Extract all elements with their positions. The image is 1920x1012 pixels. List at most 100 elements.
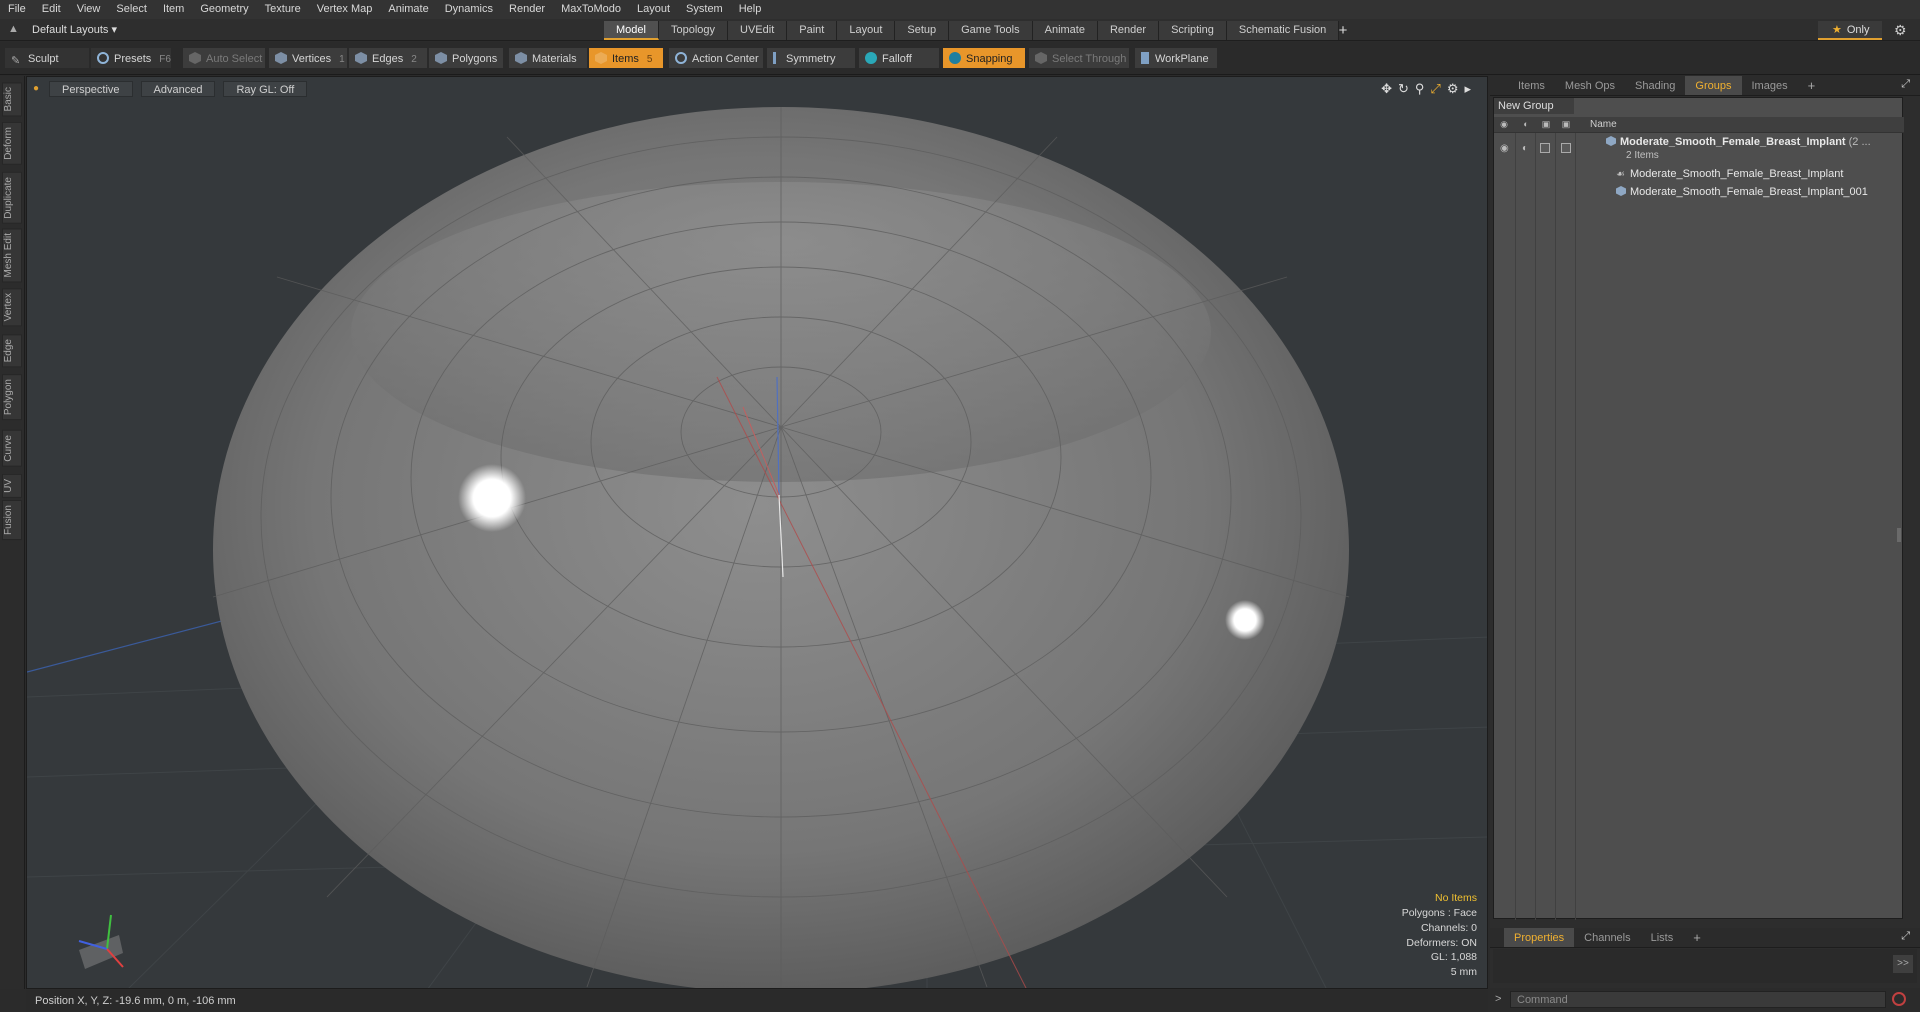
menu-help[interactable]: Help xyxy=(731,0,770,19)
workplane-button[interactable]: WorkPlane xyxy=(1134,47,1218,69)
tab-fusion[interactable]: Fusion xyxy=(2,500,22,541)
tree-item-row[interactable]: Moderate_Smooth_Female_Breast_Implant_00… xyxy=(1494,185,1904,201)
add-panel-tab-icon[interactable]: + xyxy=(1798,76,1826,95)
menu-dynamics[interactable]: Dynamics xyxy=(437,0,501,19)
command-row: > xyxy=(1490,988,1920,1012)
tab-schematic-fusion[interactable]: Schematic Fusion xyxy=(1226,21,1340,40)
tab-properties[interactable]: Properties xyxy=(1504,928,1575,947)
tab-groups[interactable]: Groups xyxy=(1685,76,1742,95)
tab-lists[interactable]: Lists xyxy=(1641,928,1684,947)
select-checkbox[interactable] xyxy=(1561,143,1571,153)
select-through-button[interactable]: Select Through xyxy=(1028,47,1130,69)
tab-mesh-ops[interactable]: Mesh Ops xyxy=(1555,76,1625,95)
left-tool-tabs: Basic Deform Duplicate Mesh Edit Vertex … xyxy=(0,76,25,989)
snapping-button[interactable]: Snapping xyxy=(942,47,1026,69)
viewport-settings-icon[interactable]: ⚙ xyxy=(1447,81,1459,97)
gear-icon[interactable]: ⚙ xyxy=(1894,22,1907,39)
items-button[interactable]: Items 5 xyxy=(588,47,664,69)
menu-layout[interactable]: Layout xyxy=(629,0,678,19)
tab-vertex[interactable]: Vertex xyxy=(2,288,22,327)
group-suffix: (2 ... xyxy=(1848,136,1871,148)
menu-select[interactable]: Select xyxy=(108,0,155,19)
expand-properties-button[interactable]: >> xyxy=(1893,955,1913,973)
view-mode-dropdown[interactable]: Perspective xyxy=(49,81,133,97)
fit-view-icon[interactable]: ⤢ xyxy=(1430,81,1440,97)
tab-polygon[interactable]: Polygon xyxy=(2,374,22,421)
menu-maxtomodo[interactable]: MaxToModo xyxy=(553,0,629,19)
layout-arrow-icon[interactable]: ▲ xyxy=(8,23,22,37)
add-tab-icon[interactable]: + xyxy=(1335,21,1351,40)
3d-viewport[interactable]: ● Perspective Advanced Ray GL: Off ✥ ↻ ⚲… xyxy=(26,76,1488,989)
tab-items[interactable]: Items xyxy=(1508,76,1555,95)
layout-dropdown[interactable]: Default Layouts ▾ xyxy=(32,22,117,38)
raygl-toggle[interactable]: Ray GL: Off xyxy=(223,81,308,97)
add-bottom-tab-icon[interactable]: + xyxy=(1683,928,1711,947)
tab-game-tools[interactable]: Game Tools xyxy=(949,21,1033,40)
falloff-button[interactable]: Falloff xyxy=(858,47,940,69)
tab-render[interactable]: Render xyxy=(1097,21,1160,40)
sculpt-button[interactable]: ✎ Sculpt xyxy=(4,47,90,69)
menu-item[interactable]: Item xyxy=(155,0,192,19)
tab-mesh-edit[interactable]: Mesh Edit xyxy=(2,228,22,283)
tab-basic[interactable]: Basic xyxy=(2,82,22,117)
menu-texture[interactable]: Texture xyxy=(257,0,309,19)
command-stop-icon[interactable] xyxy=(1892,992,1906,1006)
zoom-view-icon[interactable]: ⚲ xyxy=(1415,81,1425,97)
edges-button[interactable]: Edges 2 xyxy=(348,47,428,69)
lock-column-icon[interactable]: ▣ xyxy=(1540,119,1552,131)
auto-select-button[interactable]: Auto Select xyxy=(182,47,266,69)
visibility-eye-icon[interactable]: ◉ xyxy=(1500,143,1510,154)
expand-properties-icon[interactable]: ⤢ xyxy=(1901,930,1910,943)
viewport-menu-arrow-icon[interactable]: ▸ xyxy=(1464,81,1471,97)
group-row[interactable]: ◉ ◐ Moderate_Smooth_Female_Breast_Implan… xyxy=(1494,135,1904,165)
tab-model[interactable]: Model xyxy=(604,21,659,40)
menu-render[interactable]: Render xyxy=(501,0,553,19)
tab-uvedit[interactable]: UVEdit xyxy=(728,21,788,40)
move-view-icon[interactable]: ✥ xyxy=(1381,81,1392,97)
vertices-button[interactable]: Vertices 1 xyxy=(268,47,348,69)
menu-edit[interactable]: Edit xyxy=(34,0,69,19)
materials-button[interactable]: Materials xyxy=(508,47,588,69)
tab-deform[interactable]: Deform xyxy=(2,122,22,165)
tab-channels[interactable]: Channels xyxy=(1574,928,1640,947)
new-group-button[interactable]: New Group xyxy=(1494,98,1574,114)
symmetry-button[interactable]: Symmetry xyxy=(766,47,856,69)
menu-file[interactable]: File xyxy=(0,0,34,19)
tab-animate[interactable]: Animate xyxy=(1032,21,1098,40)
tab-topology[interactable]: Topology xyxy=(658,21,729,40)
action-center-button[interactable]: Action Center xyxy=(668,47,764,69)
tab-scripting[interactable]: Scripting xyxy=(1159,21,1227,40)
tab-shading[interactable]: Shading xyxy=(1625,76,1685,95)
menu-vertex-map[interactable]: Vertex Map xyxy=(309,0,381,19)
presets-button[interactable]: Presets F6 xyxy=(90,47,172,69)
render-column-icon[interactable]: ◐ xyxy=(1520,119,1532,131)
only-toggle[interactable]: ★ Only xyxy=(1818,21,1882,40)
command-input[interactable] xyxy=(1510,991,1886,1008)
render-toggle-icon[interactable]: ◐ xyxy=(1522,143,1528,154)
tab-curve[interactable]: Curve xyxy=(2,430,22,467)
tab-setup[interactable]: Setup xyxy=(895,21,950,40)
menu-geometry[interactable]: Geometry xyxy=(192,0,256,19)
menu-animate[interactable]: Animate xyxy=(380,0,436,19)
expand-panel-icon[interactable]: ⤢ xyxy=(1901,78,1910,91)
shading-dropdown[interactable]: Advanced xyxy=(140,81,216,97)
tab-images[interactable]: Images xyxy=(1742,76,1798,95)
tab-layout[interactable]: Layout xyxy=(837,21,896,40)
select-column-icon[interactable]: ▣ xyxy=(1560,119,1572,131)
scrollbar-handle[interactable] xyxy=(1897,528,1901,542)
name-column-header[interactable]: Name xyxy=(1590,119,1617,130)
tab-duplicate[interactable]: Duplicate xyxy=(2,172,22,224)
menu-view[interactable]: View xyxy=(69,0,109,19)
select-through-label: Select Through xyxy=(1052,53,1127,65)
tree-item-row[interactable]: ☙ Moderate_Smooth_Female_Breast_Implant xyxy=(1494,167,1904,183)
polygons-button[interactable]: Polygons xyxy=(428,47,504,69)
items-count: 5 xyxy=(646,54,653,65)
tab-paint[interactable]: Paint xyxy=(787,21,838,40)
tab-uv[interactable]: UV xyxy=(2,474,22,498)
visibility-column-icon[interactable]: ◉ xyxy=(1498,119,1510,131)
symmetry-icon xyxy=(773,52,776,64)
rotate-view-icon[interactable]: ↻ xyxy=(1398,81,1409,97)
menu-system[interactable]: System xyxy=(678,0,731,19)
lock-checkbox[interactable] xyxy=(1540,143,1550,153)
tab-edge[interactable]: Edge xyxy=(2,334,22,368)
